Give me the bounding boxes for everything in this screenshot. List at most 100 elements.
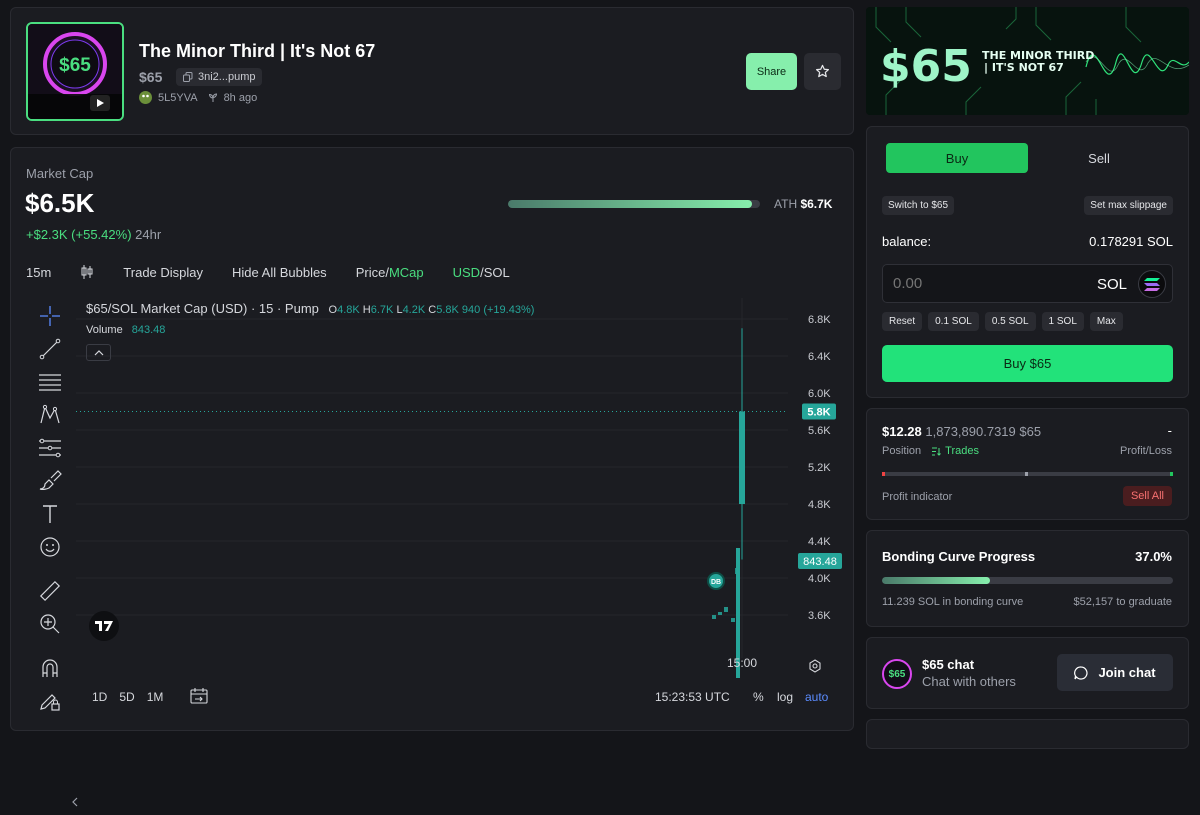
bonding-percent: 37.0% xyxy=(1135,549,1172,564)
created-time: 8h ago xyxy=(223,91,258,104)
position-amount: 1,873,890.7319 $65 xyxy=(925,424,1042,439)
creator-avatar[interactable] xyxy=(139,91,152,104)
trend-line-tool[interactable] xyxy=(35,336,65,362)
ruler-tool[interactable] xyxy=(35,578,65,604)
emoji-tool[interactable] xyxy=(35,534,65,560)
contract-address-copy[interactable]: 3ni2...pump xyxy=(176,68,263,86)
max-slippage-button[interactable]: Set max slippage xyxy=(1084,196,1173,215)
trade-panel: Buy Sell Switch to $65 Set max slippage … xyxy=(866,126,1189,398)
magnet-tool[interactable] xyxy=(35,655,65,681)
trades-link[interactable]: Trades xyxy=(931,445,979,457)
ath-value: $6.7K xyxy=(800,197,833,211)
token-thumbnail[interactable]: $65 xyxy=(26,22,124,121)
favorite-button[interactable] xyxy=(804,53,841,90)
thumb-text: $65 xyxy=(59,55,91,76)
range-button[interactable]: 1D xyxy=(92,690,107,704)
price-chart[interactable]: 6.8K 6.4K 6.0K 5.6K 5.2K 4.8K 4.4K 4.0K 3.6K 5.8K… xyxy=(76,298,846,678)
tab-sell[interactable]: Sell xyxy=(1028,143,1170,173)
pattern-icon xyxy=(39,404,61,426)
zoom-in-icon xyxy=(39,613,61,635)
c-value: 5.8K xyxy=(436,304,459,316)
trade-display-toggle[interactable]: Trade Display xyxy=(123,265,203,280)
chevron-left-icon xyxy=(71,797,79,807)
magnet-icon xyxy=(39,657,61,679)
chart-grid xyxy=(76,298,788,658)
chat-subtitle: Chat with others xyxy=(922,674,1016,689)
log-scale-toggle[interactable]: log xyxy=(777,690,793,704)
change-period: 24hr xyxy=(135,227,162,242)
range-button[interactable]: 1M xyxy=(147,690,164,704)
buy-button[interactable]: Buy $65 xyxy=(882,345,1173,382)
usd-sol-toggle[interactable]: USD/SOL xyxy=(453,265,510,280)
volume-label: Volume xyxy=(86,324,123,336)
ruler-icon xyxy=(39,580,61,602)
amount-input[interactable] xyxy=(893,275,1073,292)
profit-indicator-loss-marker xyxy=(882,472,885,476)
quick-amount-button[interactable]: Reset xyxy=(882,312,923,331)
crosshair-icon xyxy=(39,305,61,327)
collapse-legend-button[interactable] xyxy=(86,344,111,361)
star-icon xyxy=(815,64,830,79)
sell-all-button[interactable]: Sell All xyxy=(1122,486,1172,506)
position-label: Position xyxy=(882,445,922,457)
balance-label: balance: xyxy=(882,234,932,249)
chart-settings-button[interactable] xyxy=(808,659,822,673)
chart-clock[interactable]: 15:23:53 UTC xyxy=(655,690,730,704)
volume-bar xyxy=(731,618,735,622)
balance-row: balance: 0.178291 SOL xyxy=(882,234,1173,249)
y-tick-label: 6.8K xyxy=(808,314,831,326)
pattern-tool[interactable] xyxy=(35,402,65,428)
y-tick-label: 6.0K xyxy=(808,388,831,400)
zoom-tool[interactable] xyxy=(35,611,65,637)
collapse-toolbar-button[interactable] xyxy=(70,789,80,815)
sort-icon xyxy=(931,447,941,456)
profit-indicator-mid-marker xyxy=(1025,472,1028,476)
tradingview-logo[interactable] xyxy=(89,611,119,641)
chevron-up-icon xyxy=(94,349,104,356)
balance-value: 0.178291 SOL xyxy=(1089,234,1173,249)
tab-buy[interactable]: Buy xyxy=(886,143,1028,173)
bonding-progress-fill xyxy=(882,577,990,584)
usd-option: USD xyxy=(452,264,481,280)
crosshair-tool[interactable] xyxy=(35,303,65,329)
join-chat-label: Join chat xyxy=(1098,665,1156,680)
volume-legend: Volume 843.48 xyxy=(86,324,165,336)
quick-amount-button[interactable]: 0.1 SOL xyxy=(928,312,979,331)
quick-amount-button[interactable]: 1 SOL xyxy=(1041,312,1084,331)
goto-date-button[interactable] xyxy=(190,688,208,704)
banner-big-text: $65 xyxy=(880,41,972,92)
interval-selector[interactable]: 15m xyxy=(26,265,51,280)
quick-amount-button[interactable]: Max xyxy=(1089,312,1123,331)
percent-scale-toggle[interactable]: % xyxy=(753,690,764,704)
auto-scale-toggle[interactable]: auto xyxy=(805,690,828,704)
fib-tool[interactable] xyxy=(35,369,65,395)
price-mcap-toggle[interactable]: Price/MCap xyxy=(356,265,424,280)
token-title: The Minor Third | It's Not 67 xyxy=(139,41,376,61)
market-cap-label: Market Cap xyxy=(26,166,94,181)
creator-name[interactable]: 5L5YVA xyxy=(158,92,198,104)
range-button[interactable]: 5D xyxy=(119,690,134,704)
chart-symbol-title: $65/SOL Market Cap (USD) · 15 · Pump xyxy=(86,301,319,316)
x-axis: 15:00 xyxy=(727,656,757,670)
sprout-icon xyxy=(208,92,218,103)
bonding-in-curve: 11.239 SOL in bonding curve xyxy=(882,596,1024,608)
calendar-arrow-icon xyxy=(190,688,208,704)
join-chat-button[interactable]: Join chat xyxy=(1057,654,1173,691)
text-tool[interactable] xyxy=(35,501,65,527)
pl-label: Profit/Loss xyxy=(1120,445,1172,457)
candle-type-icon[interactable] xyxy=(80,264,94,280)
position-value-row: $12.28 1,873,890.7319 $65 xyxy=(882,424,1041,439)
chat-card: $65 $65 chat Chat with others Join chat xyxy=(866,637,1189,709)
text-icon xyxy=(40,503,60,525)
brush-tool[interactable] xyxy=(35,468,65,494)
share-button[interactable]: Share xyxy=(746,53,797,90)
switch-currency-button[interactable]: Switch to $65 xyxy=(882,196,955,215)
sol-option: SOL xyxy=(483,264,510,280)
last-volume-label: 843.48 xyxy=(803,556,837,568)
position-usd: $12.28 xyxy=(882,424,922,439)
quick-amount-button[interactable]: 0.5 SOL xyxy=(984,312,1036,331)
hide-bubbles-toggle[interactable]: Hide All Bubbles xyxy=(232,265,327,280)
bonding-to-graduate: $52,157 to graduate xyxy=(1073,596,1172,608)
forecast-tool[interactable] xyxy=(35,435,65,461)
amount-unit: SOL xyxy=(1096,276,1127,293)
